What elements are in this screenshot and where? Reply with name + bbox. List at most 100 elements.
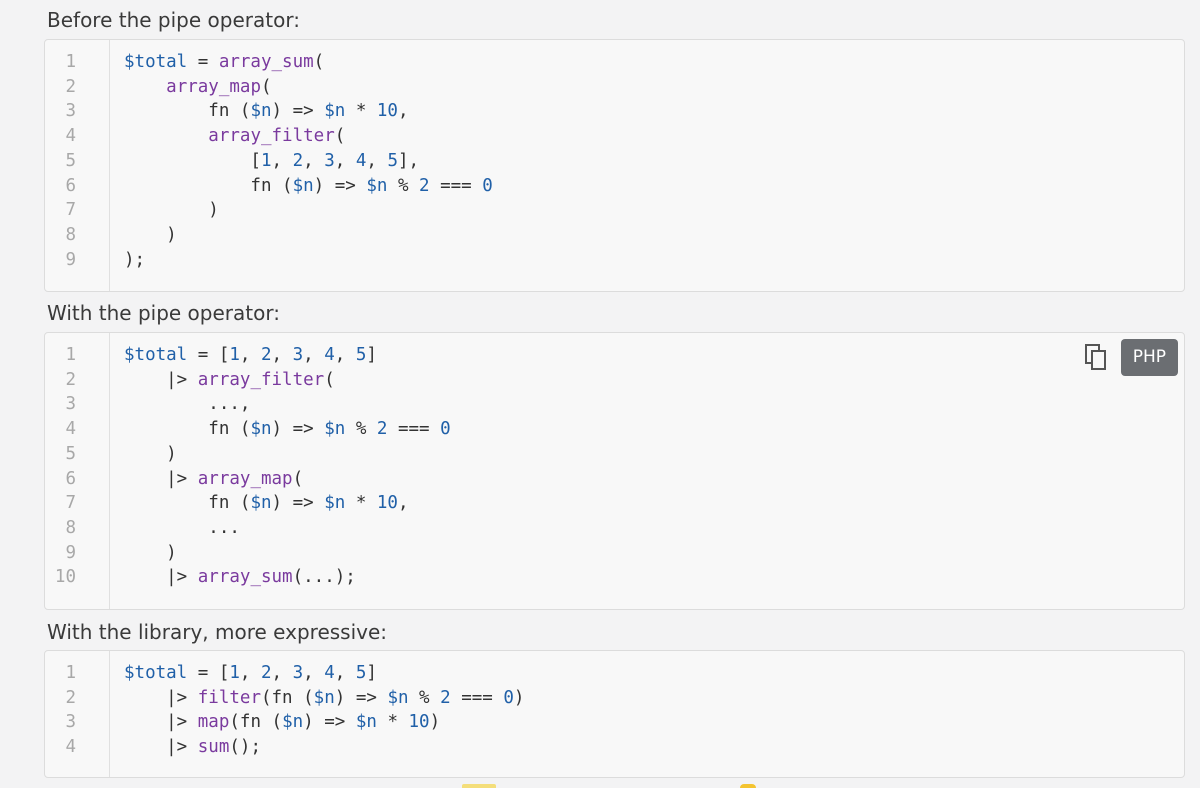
code-token: array_filter <box>197 369 325 390</box>
code-text: ) <box>124 223 177 248</box>
code-token: , <box>334 663 356 683</box>
code-token: $n <box>366 175 388 196</box>
code-token: ( <box>334 126 346 147</box>
code-token: $n <box>324 419 346 440</box>
code-token: , <box>239 345 261 365</box>
code-token: , <box>334 150 356 171</box>
line-number: 4 <box>65 126 76 147</box>
code-token: * <box>376 712 409 733</box>
code-token: 1 <box>229 663 240 683</box>
code-token: (...); <box>292 567 356 588</box>
code-token: ) => <box>334 687 388 708</box>
code-token: , <box>271 663 293 683</box>
code-line: 1 $total = [1, 2, 3, 4, 5] <box>45 343 1184 368</box>
code-text: array_filter( <box>124 124 345 149</box>
line-number: 10 <box>54 567 76 588</box>
code-token: 4 <box>324 663 335 683</box>
heading-before: Before the pipe operator: <box>47 8 300 32</box>
code-token: 2 <box>292 150 304 171</box>
line-number: 4 <box>65 419 76 440</box>
code-line: 5 [1, 2, 3, 4, 5], <box>45 149 1184 174</box>
code-block-library: 1 $total = [1, 2, 3, 4, 5] 2 |> filter(fn … <box>44 650 1185 778</box>
partial-icon <box>462 784 496 788</box>
code-text: ) <box>124 198 219 223</box>
code-line: 4 fn ($n) => $n % 2 === 0 <box>45 417 1184 442</box>
partial-icon <box>740 784 756 788</box>
code-text: ); <box>124 248 145 273</box>
code-token: sum <box>197 737 230 758</box>
line-number: 9 <box>65 542 76 563</box>
line-number: 2 <box>65 369 76 390</box>
code-token: 3 <box>292 663 304 683</box>
code-token: % <box>408 687 441 708</box>
code-line: 1 $total = [1, 2, 3, 4, 5] <box>45 661 1184 686</box>
code-token: ) => <box>271 493 325 514</box>
code-text: |> array_filter( <box>124 368 335 393</box>
code-token: ) <box>124 542 177 563</box>
code-token: ( <box>313 52 325 72</box>
code-line: 6 |> array_map( <box>45 467 1184 492</box>
code-token: , <box>239 663 261 683</box>
code-token: 1 <box>260 150 272 171</box>
code-token: map <box>197 712 230 733</box>
code-line: 2 |> filter(fn ($n) => $n % 2 === 0) <box>45 686 1184 711</box>
code-token: ] <box>366 663 377 683</box>
code-token: [ <box>124 150 261 171</box>
code-line: 4 |> sum(); <box>45 735 1184 760</box>
code-line: 3 |> map(fn ($n) => $n * 10) <box>45 710 1184 735</box>
code-token: , <box>397 101 409 122</box>
code-token: ) <box>429 712 441 733</box>
code-text: |> sum(); <box>124 735 261 760</box>
code-token: , <box>303 345 325 365</box>
code-text: |> filter(fn ($n) => $n % 2 === 0) <box>124 686 524 711</box>
code-token: (fn ( <box>229 712 283 733</box>
code-token: array_map <box>197 468 293 489</box>
code-token: ] <box>366 345 377 365</box>
code-text: $total = array_sum( <box>124 50 324 75</box>
heading-pipe: With the pipe operator: <box>47 301 280 325</box>
code-line: 3 ..., <box>45 392 1184 417</box>
code-token: ) <box>124 200 219 221</box>
code-token: ..., <box>124 394 251 415</box>
line-number: 6 <box>65 468 76 489</box>
code-token: ( <box>324 369 335 390</box>
line-number: 6 <box>65 175 76 196</box>
line-number: 8 <box>65 517 76 538</box>
code-text: $total = [1, 2, 3, 4, 5] <box>124 661 377 686</box>
code-token: ) => <box>303 712 356 733</box>
code-token: array_map <box>166 76 261 97</box>
code-token: $total <box>124 52 188 72</box>
line-number: 9 <box>65 249 76 270</box>
code-block-before: 1 $total = array_sum(2 array_map(3 fn ($n… <box>44 39 1185 292</box>
code-token: $n <box>324 493 346 514</box>
code-token: array_sum <box>197 567 293 588</box>
code-token: 4 <box>355 150 367 171</box>
code-token: = [ <box>187 345 230 365</box>
code-token: 5 <box>387 150 399 171</box>
code-token: , <box>271 345 293 365</box>
line-number: 3 <box>65 394 76 415</box>
line-number: 3 <box>65 712 76 733</box>
code-token: |> <box>124 687 198 708</box>
code-token: , <box>334 345 356 365</box>
code-token: 5 <box>355 345 367 365</box>
code-token: $n <box>282 712 304 733</box>
code-token: 10 <box>376 493 398 514</box>
code-token: ) <box>124 224 177 245</box>
code-token: $n <box>292 175 314 196</box>
code-token: ) => <box>271 101 325 122</box>
code-token: array_filter <box>208 126 335 147</box>
code-token: 2 <box>440 687 451 708</box>
code-line: 10 |> array_sum(...); <box>45 565 1184 590</box>
code-text: ) <box>124 541 177 566</box>
line-number: 5 <box>65 150 76 171</box>
code-token: === <box>387 419 441 440</box>
code-text: ... <box>124 516 240 541</box>
code-line: 7 ) <box>45 198 1184 223</box>
code-line: 8 ... <box>45 516 1184 541</box>
code-token: 2 <box>261 345 272 365</box>
code-text: ..., <box>124 392 250 417</box>
line-number: 7 <box>65 493 76 514</box>
code-block-pipe: PHP 1 $total = [1, 2, 3, 4, 5] 2 |> array_… <box>44 332 1185 610</box>
code-token: 1 <box>229 345 240 365</box>
